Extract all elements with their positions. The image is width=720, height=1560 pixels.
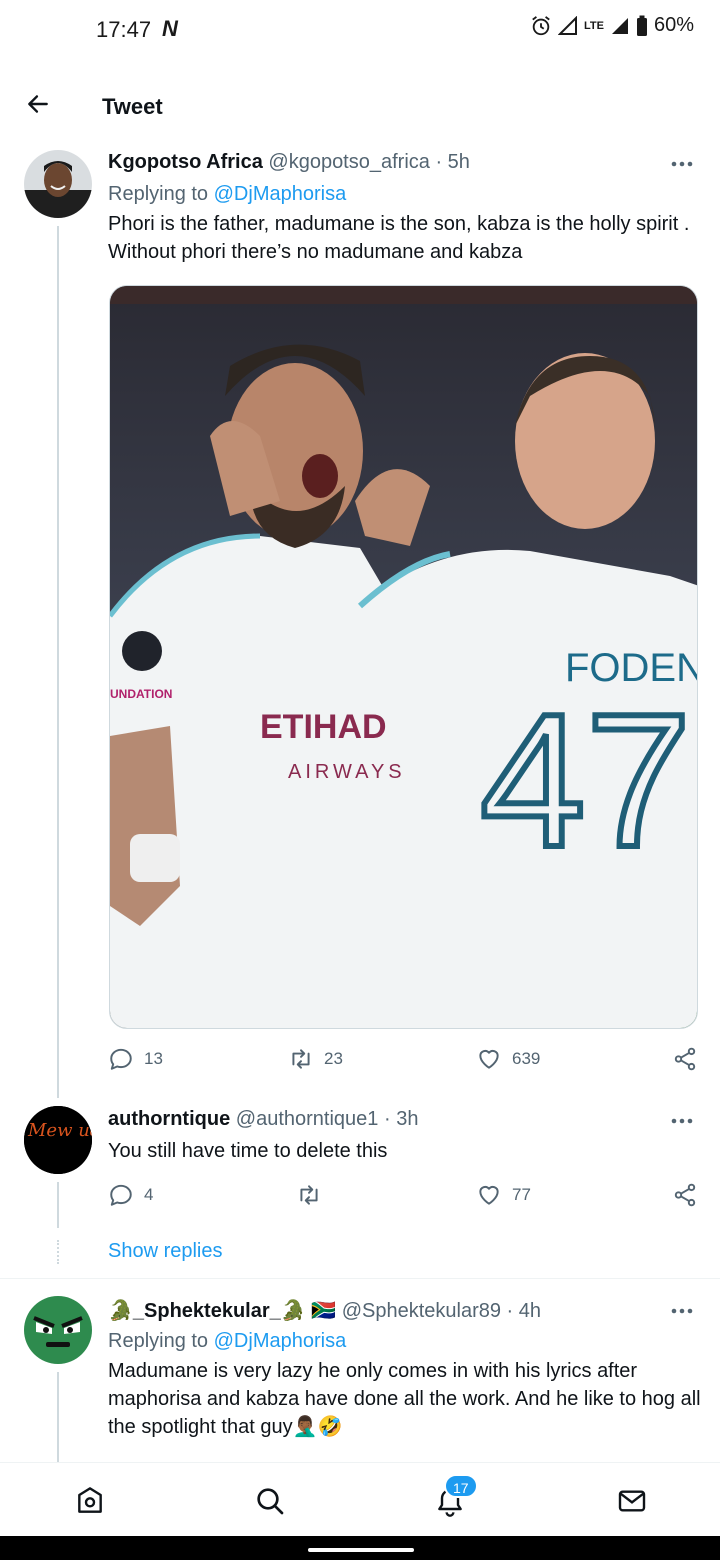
bottom-navigation: 17	[0, 1462, 720, 1536]
tweet-time: · 5h	[435, 151, 470, 173]
share-icon	[674, 1183, 696, 1207]
top-app-bar: Tweet	[0, 70, 720, 144]
divider	[0, 1278, 720, 1279]
thread-dots	[57, 1240, 59, 1264]
retweet-icon	[300, 1185, 318, 1205]
avatar-photo	[24, 150, 92, 218]
signal-icon-2	[611, 17, 628, 34]
user-handle: @kgopotso_africa	[268, 151, 430, 173]
tweet-text: Phori is the father, madumane is the son…	[108, 213, 690, 263]
heart-icon	[479, 1185, 499, 1205]
arrow-left-icon	[28, 95, 48, 113]
home-icon	[78, 1487, 102, 1513]
search-icon	[257, 1488, 284, 1515]
avatar-angry-face	[24, 1296, 92, 1364]
replying-prefix: Replying to	[108, 183, 214, 205]
retweet-button[interactable]: 23	[288, 1046, 343, 1072]
display-name[interactable]: authorntique	[108, 1108, 230, 1130]
retweet-button[interactable]	[296, 1182, 332, 1208]
avatar[interactable]	[24, 150, 92, 218]
back-button[interactable]	[20, 86, 56, 122]
tweet-header: 🐊_Sphektekular_🐊 🇿🇦 @Sphektekular89 · 4h	[108, 1298, 541, 1323]
replying-to-handle[interactable]: @DjMaphorisa	[214, 1330, 347, 1352]
replying-prefix: Replying to	[108, 1330, 214, 1352]
avatar[interactable]: Mew udo	[24, 1106, 92, 1174]
home-gesture-handle[interactable]	[308, 1548, 414, 1552]
status-icons: LTE 60%	[530, 14, 694, 37]
network-type: LTE	[584, 19, 604, 32]
battery-percent: 60%	[653, 14, 694, 36]
reply-icon	[110, 1048, 132, 1070]
reply-count: 4	[144, 1185, 154, 1204]
tweet-time: · 3h	[383, 1108, 419, 1130]
like-count: 639	[512, 1049, 541, 1068]
replying-to-handle[interactable]: @DjMaphorisa	[214, 183, 347, 205]
user-handle: @authorntique1	[235, 1108, 379, 1130]
system-gesture-bar	[0, 1536, 720, 1560]
avatar[interactable]	[24, 1296, 92, 1364]
thread-line	[57, 1182, 59, 1228]
display-name[interactable]: Kgopotso Africa	[108, 151, 263, 173]
reply-icon	[110, 1184, 132, 1206]
share-icon	[674, 1047, 696, 1071]
nav-home[interactable]	[70, 1481, 110, 1521]
football-players-photo: ETIHAD AIRWAYS UNDATION FODEN 47	[110, 286, 697, 1028]
reply-button[interactable]: 13	[108, 1046, 163, 1072]
like-button[interactable]: 77	[476, 1182, 531, 1208]
tweet-media-image[interactable]: ETIHAD AIRWAYS UNDATION FODEN 47	[109, 285, 698, 1029]
nav-messages[interactable]	[612, 1481, 652, 1521]
signal-icon	[558, 15, 577, 35]
more-options-button[interactable]	[670, 152, 694, 176]
media-sponsor-text: ETIHAD	[260, 708, 387, 746]
media-jersey-number: 47	[480, 675, 691, 887]
share-button[interactable]	[672, 1182, 698, 1208]
alarm-icon	[532, 15, 550, 35]
reply-button[interactable]: 4	[108, 1182, 153, 1208]
more-horizontal-icon	[671, 1308, 693, 1314]
flag: 🇿🇦	[311, 1300, 337, 1322]
show-replies-link[interactable]: Show replies	[108, 1240, 223, 1263]
more-options-button[interactable]	[670, 1109, 694, 1133]
thread-line	[57, 226, 59, 1098]
avatar-logo-text: Mew udo	[27, 1120, 92, 1141]
retweet-count: 23	[324, 1049, 343, 1068]
tweet-text: You still have time to delete this	[108, 1140, 388, 1162]
tweet-header: Kgopotso Africa @kgopotso_africa · 5h	[108, 151, 470, 174]
like-count: 77	[512, 1185, 531, 1204]
user-handle: @Sphektekular89	[341, 1300, 501, 1322]
thread-line	[57, 1372, 59, 1462]
media-sponsor-subtext: AIRWAYS	[288, 761, 406, 783]
share-button[interactable]	[672, 1046, 698, 1072]
tweet-time: · 4h	[506, 1300, 542, 1322]
display-name[interactable]: 🐊_Sphektekular_🐊	[108, 1300, 306, 1322]
retweet-icon	[292, 1049, 310, 1069]
battery-icon	[636, 15, 647, 36]
replying-to: Replying to @DjMaphorisa	[108, 1330, 346, 1353]
reply-count: 13	[144, 1049, 163, 1068]
avatar-logo: Mew udo	[24, 1106, 92, 1174]
heart-icon	[479, 1049, 499, 1069]
more-horizontal-icon	[671, 1118, 693, 1124]
messages-icon	[618, 1490, 646, 1512]
notification-badge: 17	[444, 1474, 478, 1498]
status-time: 17:47	[96, 17, 152, 42]
replying-to: Replying to @DjMaphorisa	[108, 183, 346, 206]
page-title: Tweet	[102, 94, 163, 119]
tweet-text: Madumane is very lazy he only comes in w…	[108, 1360, 701, 1438]
more-options-button[interactable]	[670, 1299, 694, 1323]
media-sleeve-text: UNDATION	[110, 687, 172, 701]
more-horizontal-icon	[671, 161, 693, 167]
like-button[interactable]: 639	[476, 1046, 540, 1072]
status-bar: 17:47 N LTE 60%	[0, 0, 720, 60]
tweet-header: authorntique @authorntique1 · 3h	[108, 1108, 418, 1131]
tweet-actions: 4 77	[108, 1182, 704, 1212]
nav-search[interactable]	[250, 1481, 290, 1521]
tweet-actions: 13 23 639	[108, 1046, 704, 1076]
carrier-icon: N	[162, 16, 178, 41]
